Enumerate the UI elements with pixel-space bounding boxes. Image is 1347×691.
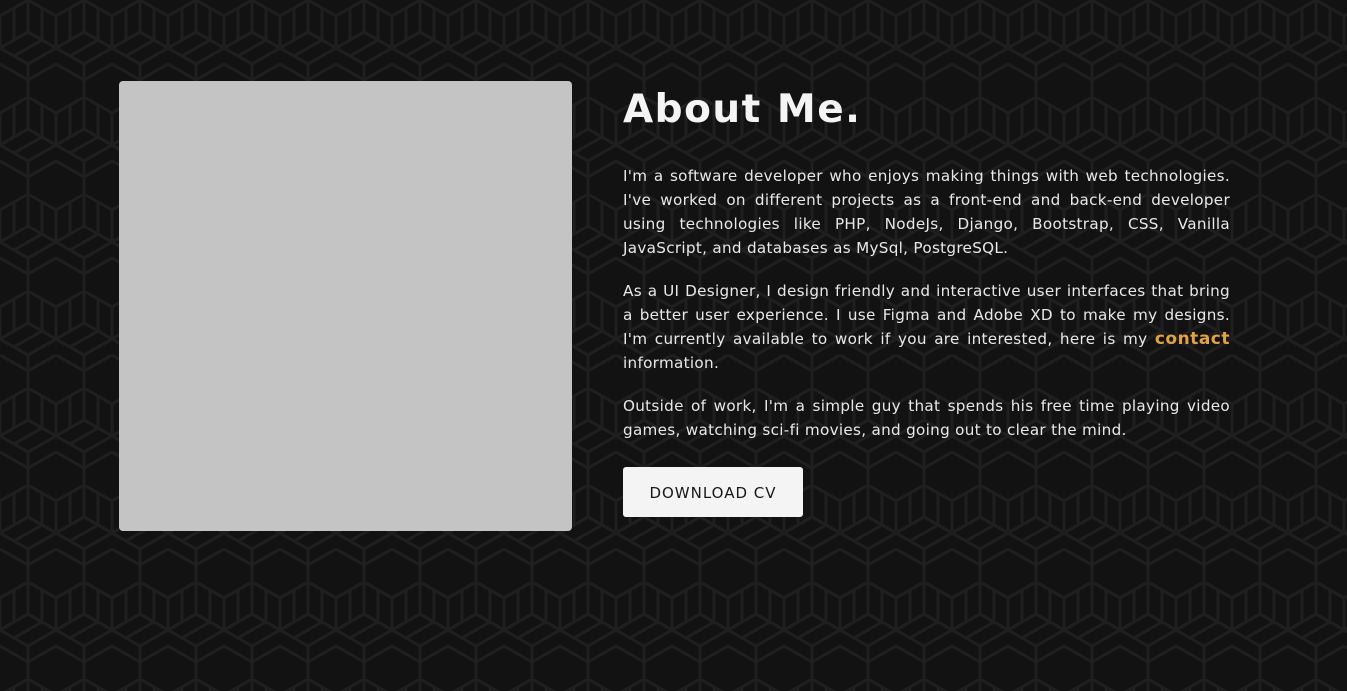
about-paragraph-3: Outside of work, I'm a simple guy that s… (623, 397, 1230, 439)
page-title: About Me. (623, 87, 862, 132)
download-cv-button[interactable]: DOWNLOAD CV (623, 467, 803, 517)
about-paragraph-2-tail: information. (623, 354, 720, 372)
about-paragraph-2: As a UI Designer, I design friendly and … (623, 279, 1230, 375)
about-section: About Me. I'm a software developer who e… (623, 84, 1230, 517)
profile-photo-placeholder (119, 81, 572, 531)
about-paragraph-1: I'm a software developer who enjoys maki… (623, 167, 1230, 257)
about-paragraph-2-text: As a UI Designer, I design friendly and … (623, 282, 1230, 348)
contact-link[interactable]: contact (1155, 329, 1230, 349)
